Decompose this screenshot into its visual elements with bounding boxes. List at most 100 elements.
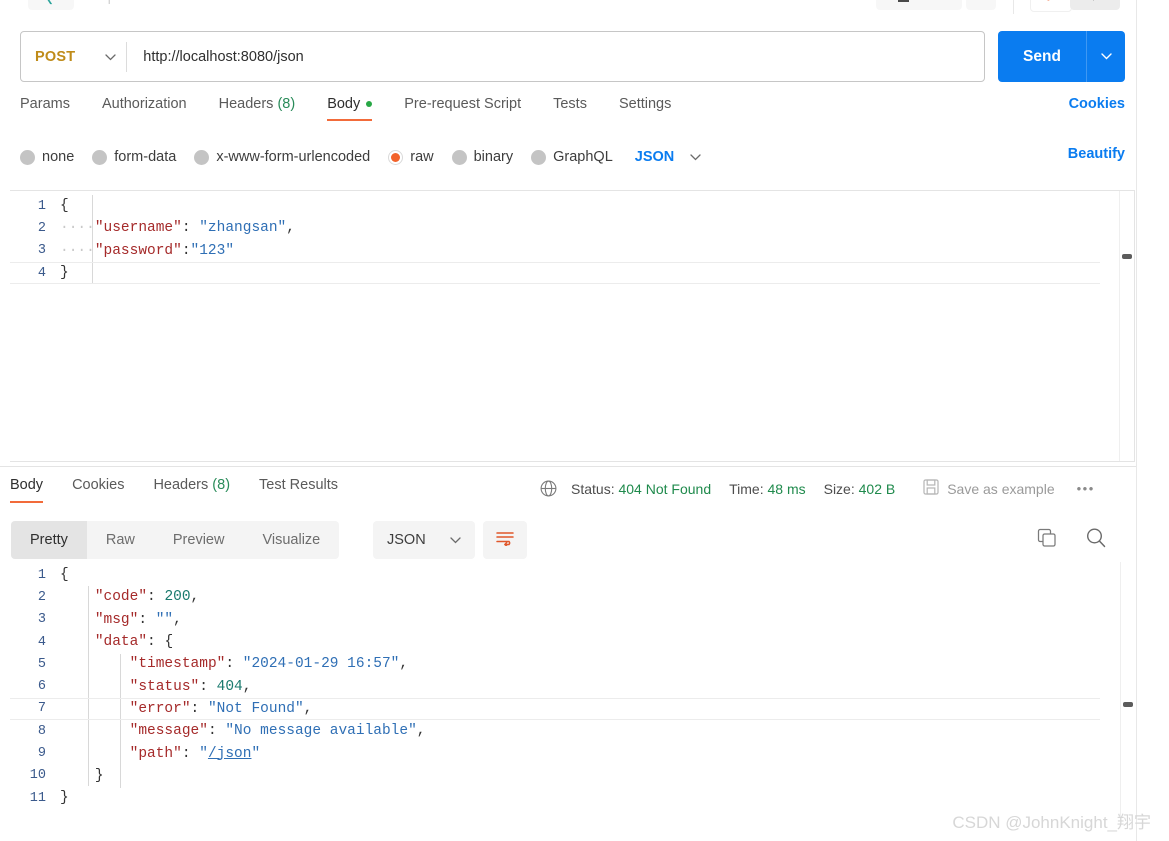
response-tab-test-results-label: Test Results bbox=[259, 477, 339, 493]
layout-button[interactable] bbox=[876, 0, 962, 10]
separator-icon: | bbox=[108, 0, 110, 4]
body-type-binary[interactable]: binary bbox=[451, 149, 513, 165]
line-number: 2 bbox=[37, 589, 46, 605]
editor-line[interactable]: 8 "message": "No message available", bbox=[10, 720, 1100, 742]
send-button[interactable]: Send bbox=[998, 31, 1086, 82]
send-options-chevron-down-icon[interactable] bbox=[1086, 31, 1125, 82]
request-editor-scroll-thumb[interactable] bbox=[1122, 254, 1132, 259]
response-editor-vertical-scrollbar[interactable] bbox=[1120, 562, 1135, 820]
editor-line[interactable]: 6 "status": 404, bbox=[10, 675, 1100, 697]
body-type-form-data-label: form-data bbox=[114, 149, 177, 165]
time-field: Time: 48 ms bbox=[729, 481, 806, 497]
body-modified-dot-icon bbox=[366, 101, 373, 108]
response-tab-cookies[interactable]: Cookies bbox=[72, 477, 124, 503]
tab-settings[interactable]: Settings bbox=[619, 96, 671, 121]
response-tab-body[interactable]: Body bbox=[10, 477, 44, 503]
tab-headers[interactable]: Headers (8) bbox=[219, 96, 296, 121]
body-type-none[interactable]: none bbox=[20, 149, 74, 165]
body-type-none-label: none bbox=[42, 149, 75, 165]
response-status-bar: Status: 404 Not Found Time: 48 ms Size: … bbox=[540, 479, 1095, 498]
more-options-icon[interactable]: ••• bbox=[1077, 481, 1095, 496]
save-as-example-button[interactable]: Save as example bbox=[923, 479, 1055, 498]
line-number: 10 bbox=[29, 768, 46, 784]
wrap-lines-icon bbox=[495, 530, 515, 551]
globe-icon bbox=[540, 480, 557, 497]
radio-selected-icon bbox=[388, 149, 404, 165]
body-type-row: none form-data x-www-form-urlencoded raw… bbox=[20, 143, 1125, 171]
line-number: 7 bbox=[37, 701, 46, 717]
toolbar-divider bbox=[1013, 0, 1014, 14]
line-code: { bbox=[60, 198, 69, 215]
extra-button[interactable] bbox=[966, 0, 996, 10]
line-code: "msg": "", bbox=[94, 611, 182, 628]
raw-format-selector[interactable]: JSON bbox=[635, 149, 702, 165]
editor-line[interactable]: 10 } bbox=[10, 765, 1100, 787]
beautify-link[interactable]: Beautify bbox=[1068, 146, 1125, 162]
view-mode-raw[interactable]: Raw bbox=[87, 521, 154, 559]
request-editor-vertical-scrollbar[interactable] bbox=[1119, 191, 1134, 461]
editor-line[interactable]: 4 "data": { bbox=[10, 631, 1100, 653]
panel-divider bbox=[0, 466, 1137, 467]
view-mode-pretty[interactable]: Pretty bbox=[11, 521, 87, 559]
chevron-down-icon bbox=[450, 533, 461, 547]
editor-line[interactable]: 4} bbox=[10, 261, 1100, 285]
line-number: 9 bbox=[37, 746, 46, 762]
body-type-urlencoded[interactable]: x-www-form-urlencoded bbox=[194, 149, 370, 165]
body-type-graphql[interactable]: GraphQL bbox=[531, 149, 613, 165]
line-number: 1 bbox=[37, 567, 46, 583]
editor-line[interactable]: 5 "timestamp": "2024-01-29 16:57", bbox=[10, 653, 1100, 675]
line-number: 3 bbox=[37, 612, 46, 628]
line-code: { bbox=[60, 567, 69, 584]
line-code: } bbox=[94, 767, 104, 784]
body-type-form-data[interactable]: form-data bbox=[92, 149, 176, 165]
search-response-button[interactable] bbox=[1084, 526, 1108, 555]
radio-icon bbox=[451, 149, 467, 165]
editor-line[interactable]: 9 "path": "/json" bbox=[10, 742, 1100, 764]
editor-line[interactable]: 3 ····"password":"123" bbox=[10, 240, 1100, 262]
view-mode-preview[interactable]: Preview bbox=[154, 521, 244, 559]
line-code: "data": { bbox=[94, 634, 174, 651]
response-body-editor[interactable]: 1{2 "code": 200, 3 "msg": "", 4 "data": {5… bbox=[10, 564, 1100, 810]
dot-icon: • bbox=[243, 0, 246, 4]
url-bar-row: POST Send bbox=[20, 31, 1125, 82]
editor-line[interactable]: 1{ bbox=[10, 195, 1100, 217]
line-code: "status": 404, bbox=[129, 678, 252, 695]
tab-body-label: Body bbox=[327, 96, 361, 112]
copy-response-button[interactable] bbox=[1036, 527, 1058, 554]
line-number: 2 bbox=[37, 220, 46, 236]
editor-line[interactable]: 2 "code": 200, bbox=[10, 586, 1100, 608]
tab-authorization[interactable]: Authorization bbox=[102, 96, 187, 121]
tab-pre-request-script[interactable]: Pre-request Script bbox=[404, 96, 521, 121]
method-selector[interactable]: POST bbox=[21, 32, 126, 81]
response-body-editor-panel[interactable]: 1{2 "code": 200, 3 "msg": "", 4 "data": {5… bbox=[10, 562, 1135, 820]
cookies-link[interactable]: Cookies bbox=[1069, 96, 1125, 112]
response-editor-scroll-thumb[interactable] bbox=[1123, 702, 1133, 707]
tab-tests[interactable]: Tests bbox=[553, 96, 587, 121]
tab-params[interactable]: Params bbox=[20, 96, 70, 121]
editor-line[interactable]: 1{ bbox=[10, 564, 1100, 586]
editor-line[interactable]: 11} bbox=[10, 787, 1100, 809]
editor-line[interactable]: 2 ····"username": "zhangsan", bbox=[10, 217, 1100, 239]
record-button[interactable] bbox=[1030, 0, 1072, 12]
url-input[interactable] bbox=[127, 32, 984, 81]
response-tab-headers[interactable]: Headers (8) bbox=[153, 477, 230, 503]
tab-settings-label: Settings bbox=[618, 96, 672, 112]
request-body-editor[interactable]: 1{2 ····"username": "zhangsan", 3 ····"pass… bbox=[10, 195, 1100, 285]
editor-line[interactable]: 3 "msg": "", bbox=[10, 609, 1100, 631]
response-view-mode-group: Pretty Raw Preview Visualize bbox=[11, 521, 340, 559]
request-body-editor-panel[interactable]: 1{2 ····"username": "zhangsan", 3 ····"pass… bbox=[10, 190, 1135, 462]
response-tab-cookies-label: Cookies bbox=[72, 477, 125, 493]
wrap-lines-button[interactable] bbox=[483, 521, 527, 559]
line-number: 8 bbox=[37, 723, 46, 739]
line-code: "message": "No message available", bbox=[129, 723, 426, 740]
response-tab-body-label: Body bbox=[10, 477, 44, 493]
tab-params-label: Params bbox=[20, 96, 70, 112]
editor-line[interactable]: 7 "error": "Not Found", bbox=[10, 697, 1100, 721]
line-code: } bbox=[60, 265, 69, 282]
view-mode-visualize[interactable]: Visualize bbox=[243, 521, 339, 559]
line-code: "timestamp": "2024-01-29 16:57", bbox=[129, 656, 409, 673]
body-type-raw[interactable]: raw bbox=[388, 149, 434, 165]
response-tab-test-results[interactable]: Test Results bbox=[259, 477, 338, 503]
tab-body[interactable]: Body bbox=[327, 96, 373, 121]
response-format-selector[interactable]: JSON bbox=[373, 521, 475, 559]
